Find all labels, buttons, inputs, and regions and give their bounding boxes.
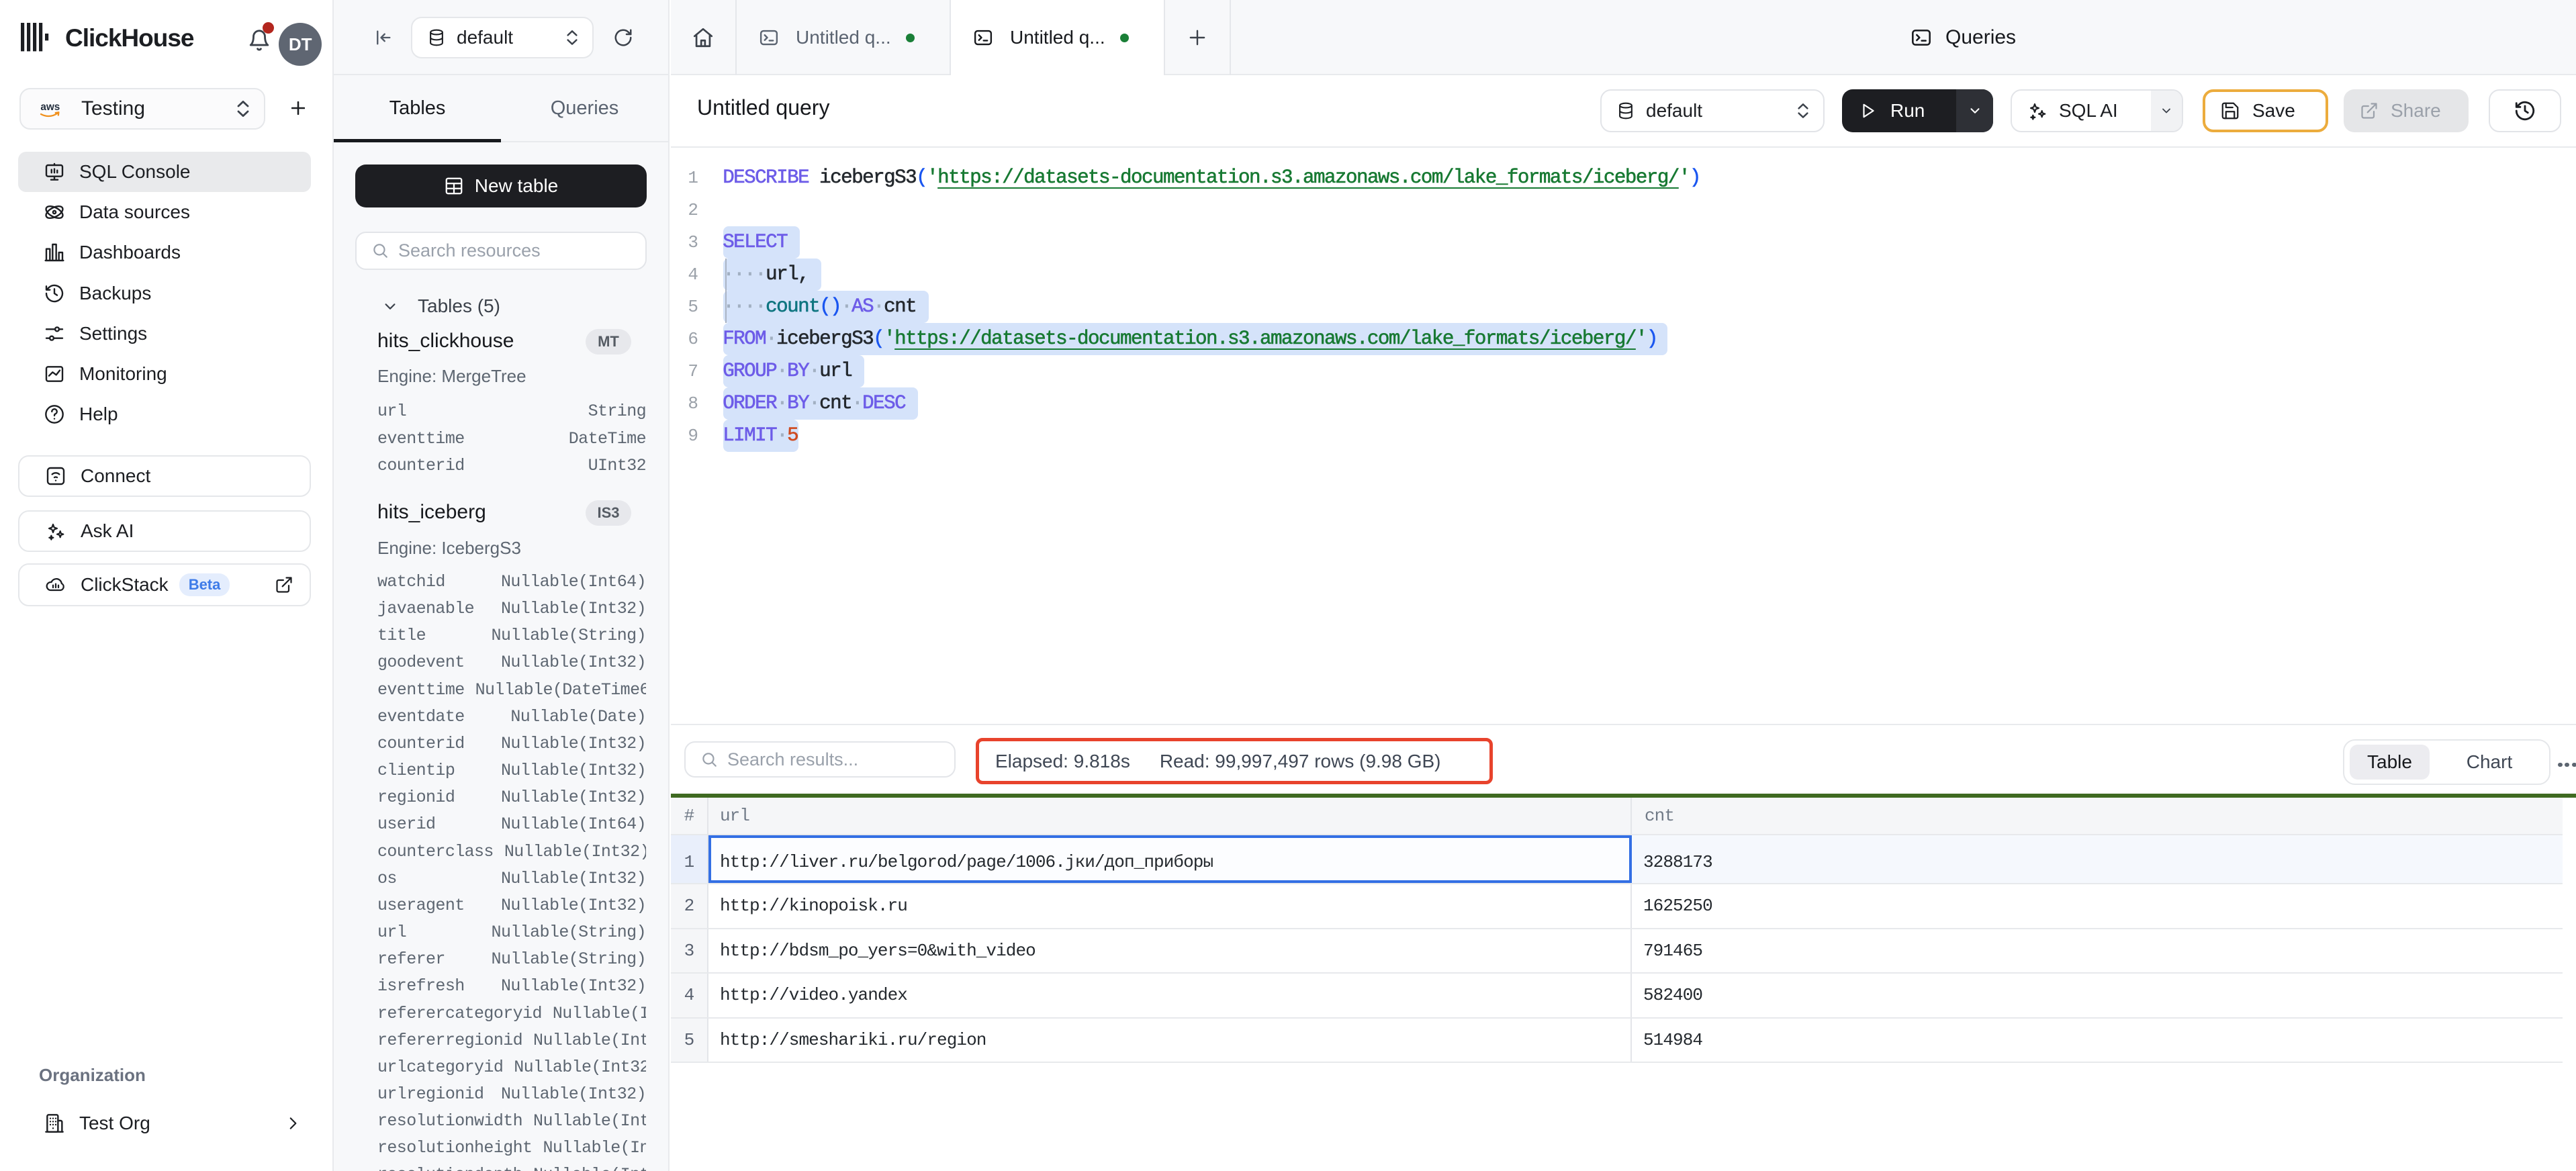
- svg-text:aws: aws: [40, 101, 60, 113]
